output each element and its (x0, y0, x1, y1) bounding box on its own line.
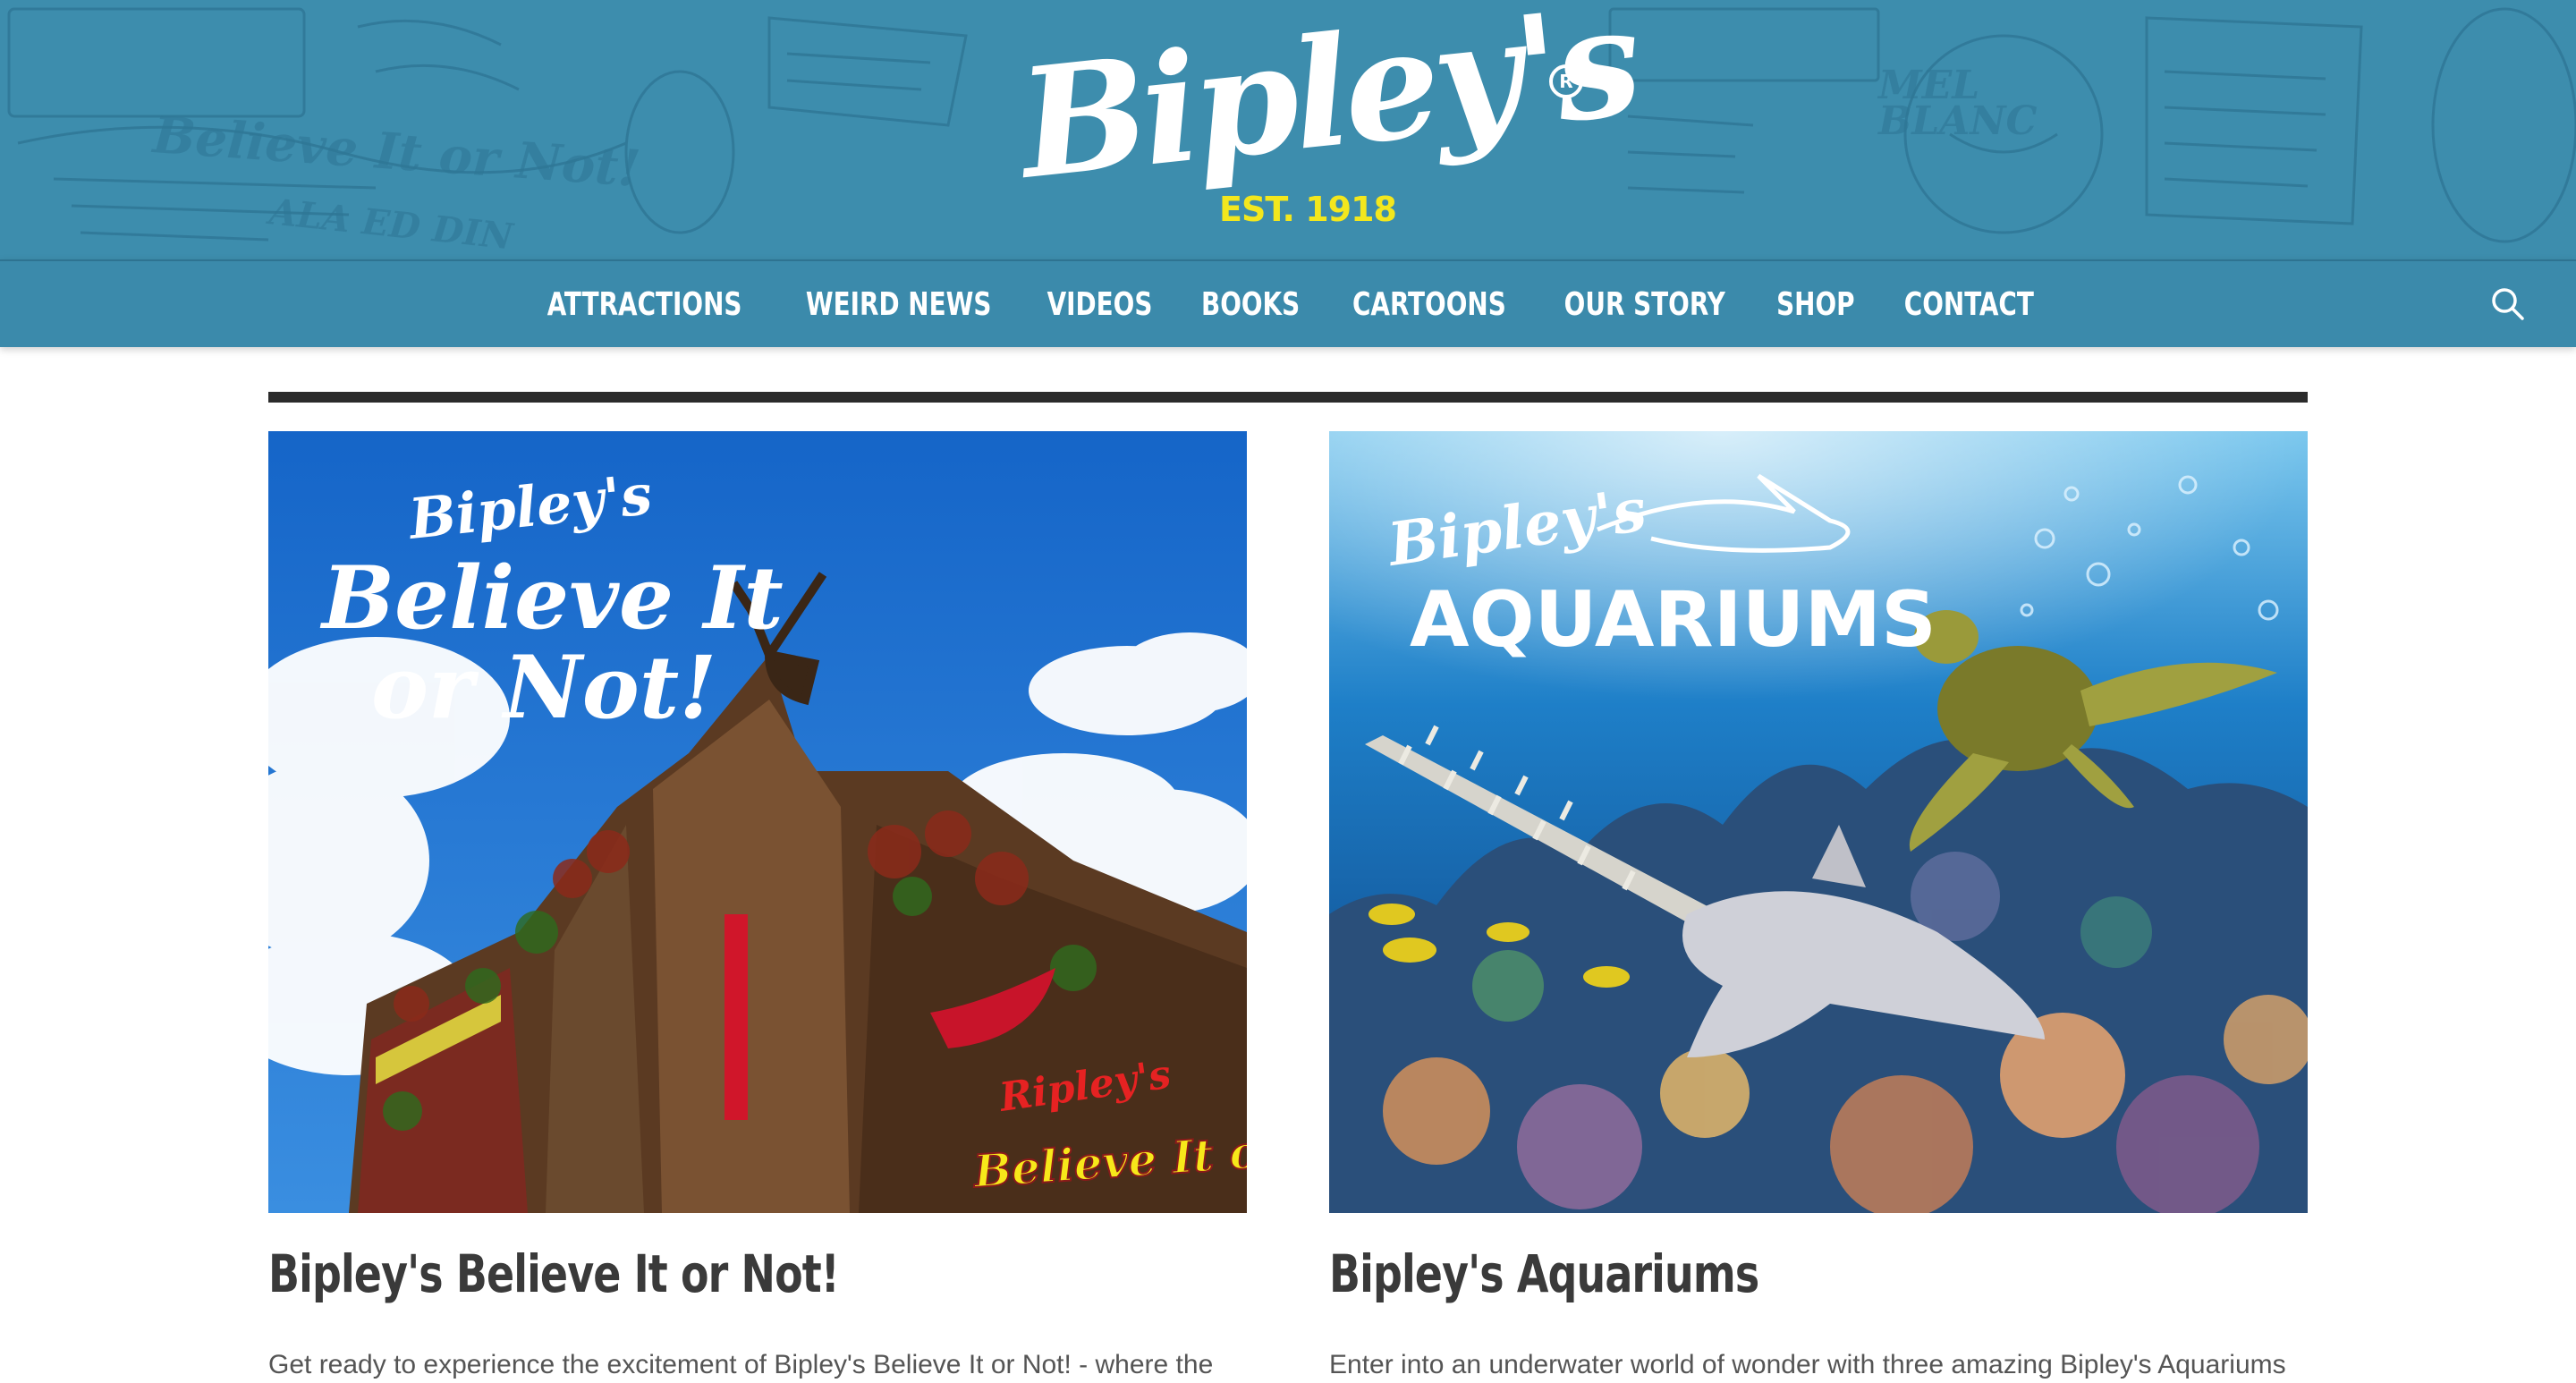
section-divider (268, 392, 2308, 403)
logo-tagline: EST. 1918 (1219, 190, 1397, 229)
svg-text:ALA ED DIN: ALA ED DIN (264, 191, 516, 259)
logo-wordmark: Bipley's (1012, 0, 1644, 213)
image-logo-line2: or Not! (371, 637, 716, 738)
nav-item-attractions[interactable]: ATTRACTIONS (547, 286, 742, 323)
nav-item-videos[interactable]: VIDEOS (1046, 286, 1152, 323)
attraction-card-aquariums: Bipley's AQUARIUMS Bipley's Aquariums En… (1329, 431, 2308, 1379)
main-navigation: ATTRACTIONS WEIRD NEWS VIDEOS BOOKS CART… (0, 259, 2576, 347)
image-logo-line1: AQUARIUMS (1410, 575, 1936, 665)
card-description: Get ready to experience the excitement o… (268, 1350, 1214, 1379)
aquariums-image[interactable]: Bipley's AQUARIUMS (1329, 431, 2308, 1213)
nav-item-cartoons[interactable]: CARTOONS (1352, 286, 1506, 323)
nav-item-books[interactable]: BOOKS (1201, 286, 1300, 323)
nav-item-contact[interactable]: CONTACT (1904, 286, 2034, 323)
believe-it-or-not-image[interactable]: Bipley's Believe It or Not! Ripley's Bel… (268, 431, 1247, 1213)
search-icon (2492, 288, 2524, 320)
card-title[interactable]: Bipley's Believe It or Not! (268, 1243, 1130, 1304)
registered-mark: R (1549, 64, 1583, 98)
nav-list: ATTRACTIONS WEIRD NEWS VIDEOS BOOKS CART… (0, 261, 2576, 347)
svg-text:BLANC: BLANC (1877, 98, 2038, 144)
site-header: Believe It or Not! MEL BLANC ALA ED DIN … (0, 0, 2576, 259)
search-button[interactable] (2487, 283, 2529, 326)
card-description: Enter into an underwater world of wonder… (1329, 1350, 2286, 1379)
nav-item-our-story[interactable]: OUR STORY (1563, 286, 1724, 323)
card-title[interactable]: Bipley's Aquariums (1329, 1243, 2190, 1304)
nav-item-shop[interactable]: SHOP (1776, 286, 1854, 323)
nav-item-weird-news[interactable]: WEIRD NEWS (805, 286, 991, 323)
attraction-card-believe-it-or-not: Bipley's Believe It or Not! Ripley's Bel… (268, 431, 1247, 1379)
image-logo-line1: Believe It (319, 547, 784, 649)
site-logo[interactable]: Bipley's R EST. 1918 (1002, 0, 1644, 233)
